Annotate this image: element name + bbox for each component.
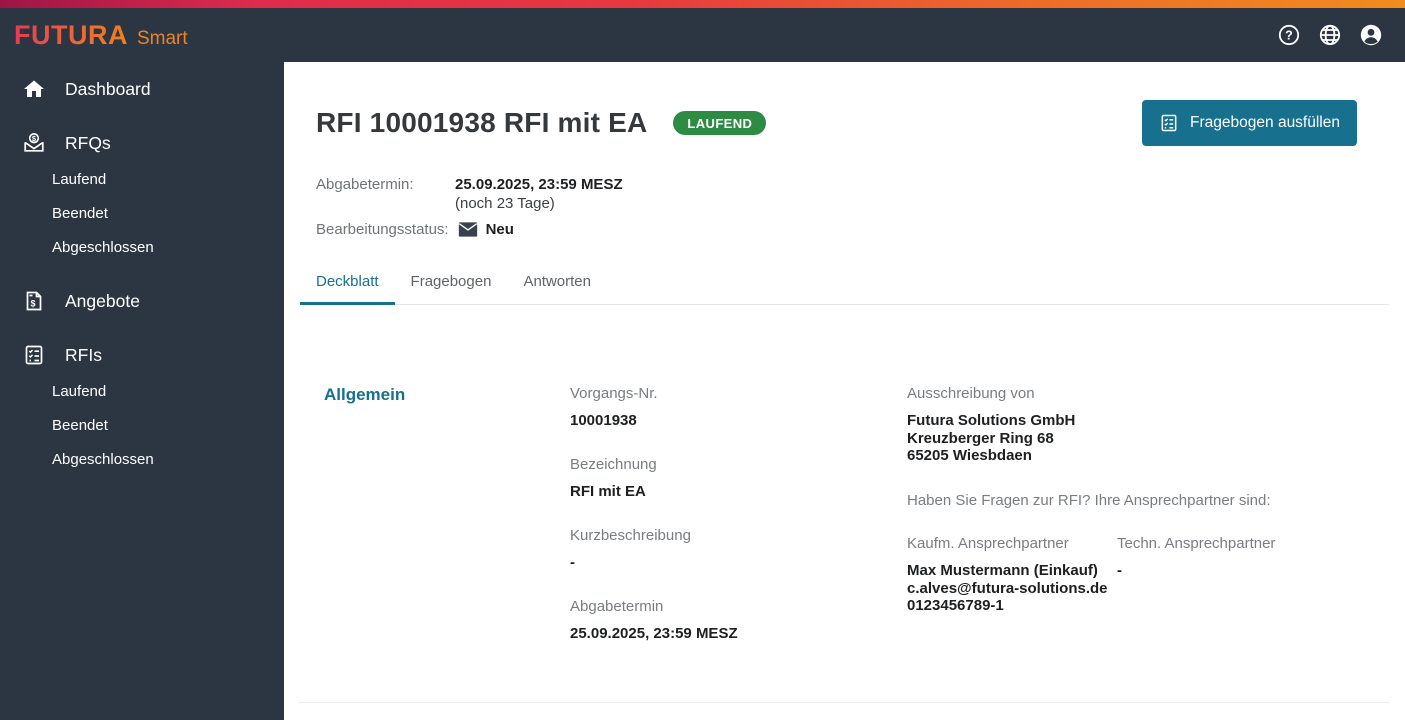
commercial-contact: Kaufm. Ansprechpartner Max Mustermann (E… — [907, 535, 1117, 615]
questionnaire-checklist-icon — [1159, 113, 1179, 133]
sidebar-nav: Dashboard $ RFQs Laufend Beendet Abgesch… — [0, 62, 284, 720]
logo-primary-text: FUTURA — [14, 19, 128, 50]
sidebar-item-label: RFQs — [65, 132, 111, 153]
deckblatt-sheet: Allgemein Vorgangs-Nr. 10001938 Bezeichn… — [284, 305, 1405, 669]
rfq-subnav: Laufend Beendet Abgeschlossen — [0, 162, 284, 264]
field-abgabetermin: Abgabetermin 25.09.2025, 23:59 MESZ — [570, 598, 907, 642]
svg-text:?: ? — [1285, 28, 1293, 42]
field-bezeichnung: Bezeichnung RFI mit EA — [570, 456, 907, 500]
field-value: 10001938 — [570, 412, 637, 429]
subitem-label: Beendet — [52, 416, 108, 434]
page-header: RFI 10001938 RFI mit EA LAUFEND Fragebog… — [284, 62, 1405, 146]
tab-deckblatt[interactable]: Deckblatt — [300, 261, 395, 305]
logo-secondary-text: Smart — [136, 27, 188, 49]
general-fields-column: Vorgangs-Nr. 10001938 Bezeichnung RFI mi… — [570, 385, 907, 669]
issuer-address: Futura Solutions GmbH Kreuzberger Ring 6… — [907, 412, 1076, 465]
page-title: RFI 10001938 RFI mit EA — [316, 107, 648, 138]
section-heading-column: Allgemein — [324, 385, 570, 669]
brand-gradient-stripe — [0, 0, 1405, 8]
sidebar-subitem-rfi-abgeschlossen[interactable]: Abgeschlossen — [0, 442, 284, 476]
meta-block: Abgabetermin: 25.09.2025, 23:59 MESZ (no… — [284, 146, 1405, 238]
sidebar-subitem-rfq-beendet[interactable]: Beendet — [0, 196, 284, 230]
sidebar-subitem-rfi-beendet[interactable]: Beendet — [0, 408, 284, 442]
sidebar-subitem-rfq-laufend[interactable]: Laufend — [0, 162, 284, 196]
contacts-row: Kaufm. Ansprechpartner Max Mustermann (E… — [907, 535, 1373, 615]
language-globe-icon[interactable] — [1318, 23, 1342, 47]
contact-label: Techn. Ansprechpartner — [1117, 535, 1276, 553]
tab-antworten[interactable]: Antworten — [507, 261, 607, 305]
section-heading: Allgemein — [324, 385, 406, 404]
deadline-value: 25.09.2025, 23:59 MESZ — [455, 176, 623, 193]
subitem-label: Laufend — [52, 382, 107, 400]
issuer-label: Ausschreibung von — [907, 385, 1035, 402]
tab-bar: Deckblatt Fragebogen Antworten — [300, 261, 1389, 305]
contact-value: - — [1117, 562, 1122, 580]
contact-question: Haben Sie Fragen zur RFI? Ihre Ansprechp… — [907, 492, 1271, 510]
subitem-label: Abgeschlossen — [52, 238, 154, 256]
sidebar-subitem-rfq-abgeschlossen[interactable]: Abgeschlossen — [0, 230, 284, 264]
app-logo[interactable]: FUTURA Smart — [14, 20, 188, 51]
rfq-envelope-dollar-icon: $ — [22, 131, 46, 155]
field-label: Abgabetermin — [570, 598, 664, 615]
rfi-checklist-icon — [22, 343, 46, 367]
technical-contact: Techn. Ansprechpartner - — [1117, 535, 1373, 615]
field-vorgangs-nr: Vorgangs-Nr. 10001938 — [570, 385, 907, 429]
deadline-label: Abgabetermin: — [316, 176, 414, 193]
field-kurzbeschreibung: Kurzbeschreibung - — [570, 527, 907, 571]
field-value: RFI mit EA — [570, 483, 646, 500]
sidebar-subitem-rfi-laufend[interactable]: Laufend — [0, 374, 284, 408]
field-label: Vorgangs-Nr. — [570, 385, 658, 402]
subitem-label: Abgeschlossen — [52, 450, 154, 468]
home-icon — [22, 77, 46, 101]
offer-receipt-dollar-icon: $ — [22, 289, 46, 313]
status-badge: LAUFEND — [673, 111, 767, 135]
app-window: FUTURA Smart ? Dashboard $ RFQs Laufend … — [0, 0, 1405, 720]
deadline-value-group: 25.09.2025, 23:59 MESZ (noch 23 Tage) — [455, 176, 623, 212]
account-icon[interactable] — [1359, 23, 1383, 47]
issuer-column: Ausschreibung von Futura Solutions GmbH … — [907, 385, 1373, 669]
field-value: 25.09.2025, 23:59 MESZ — [570, 625, 738, 642]
sidebar-item-angebote[interactable]: $ Angebote — [0, 274, 284, 328]
sidebar-item-label: Angebote — [65, 290, 140, 311]
processing-status-value: Neu — [485, 221, 514, 238]
svg-text:$: $ — [30, 299, 35, 309]
main-content: RFI 10001938 RFI mit EA LAUFEND Fragebog… — [284, 62, 1405, 720]
subitem-label: Laufend — [52, 170, 107, 188]
tab-fragebogen[interactable]: Fragebogen — [395, 261, 508, 305]
top-bar: FUTURA Smart ? — [0, 8, 1405, 62]
sidebar-item-label: RFIs — [65, 344, 102, 365]
fill-questionnaire-label: Fragebogen ausfüllen — [1190, 114, 1340, 131]
fill-questionnaire-button[interactable]: Fragebogen ausfüllen — [1142, 100, 1357, 146]
bottom-divider — [298, 702, 1390, 703]
status-row: Bearbeitungsstatus: Neu — [316, 221, 1373, 238]
field-value: - — [570, 554, 575, 571]
topbar-icon-group: ? — [1277, 23, 1383, 47]
field-label: Kurzbeschreibung — [570, 527, 691, 544]
contact-value: Max Mustermann (Einkauf) c.alves@futura-… — [907, 562, 1108, 615]
help-icon[interactable]: ? — [1277, 23, 1301, 47]
rfi-subnav: Laufend Beendet Abgeschlossen — [0, 374, 284, 476]
sidebar-item-label: Dashboard — [65, 78, 151, 99]
contact-label: Kaufm. Ansprechpartner — [907, 535, 1069, 553]
processing-status-label: Bearbeitungsstatus: — [316, 221, 449, 238]
sidebar-item-dashboard[interactable]: Dashboard — [0, 62, 284, 116]
mail-icon — [458, 221, 478, 238]
deadline-note: (noch 23 Tage) — [455, 195, 555, 212]
subitem-label: Beendet — [52, 204, 108, 222]
deadline-row: Abgabetermin: 25.09.2025, 23:59 MESZ (no… — [316, 176, 1373, 212]
field-label: Bezeichnung — [570, 456, 657, 473]
